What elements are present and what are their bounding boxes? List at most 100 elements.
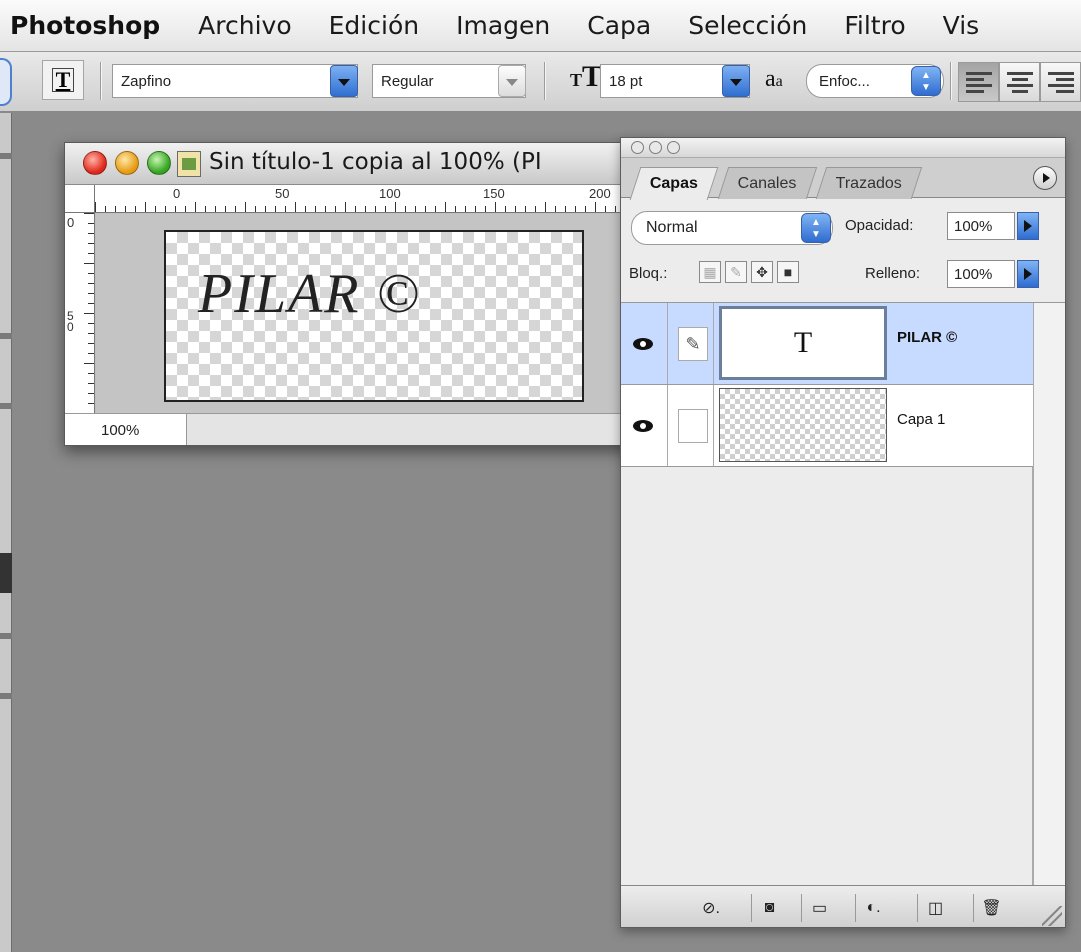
palette-menu-icon[interactable]	[1033, 166, 1057, 190]
ruler-tick	[405, 206, 406, 212]
ruler-tick	[415, 206, 416, 212]
font-size-value: 18 pt	[609, 72, 643, 90]
font-size-select[interactable]: 18 pt	[600, 64, 750, 98]
document-canvas[interactable]: PILAR ©	[164, 230, 584, 402]
menu-archivo[interactable]: Archivo	[198, 11, 291, 40]
minimize-window-button[interactable]	[115, 151, 139, 175]
align-left-icon[interactable]	[958, 62, 999, 102]
palette-minimize-button[interactable]	[649, 141, 662, 154]
font-family-select[interactable]: Zapfino	[112, 64, 358, 98]
canvas-area[interactable]: PILAR ©	[96, 214, 663, 413]
tab-canales[interactable]: Canales	[717, 167, 817, 199]
palette-edge-notch	[0, 333, 12, 339]
opacity-slider-button[interactable]	[1017, 212, 1039, 240]
layer-style-icon[interactable]: ⊘.	[693, 894, 729, 922]
ruler-tick	[95, 202, 96, 212]
chevron-down-icon[interactable]	[722, 65, 750, 97]
document-status-bar: 100%	[65, 413, 663, 445]
tools-palette-edge[interactable]	[0, 113, 12, 952]
eye-icon[interactable]	[629, 413, 657, 439]
ruler-tick	[88, 383, 94, 384]
zoom-window-button[interactable]	[147, 151, 171, 175]
options-bar-grip[interactable]	[0, 58, 12, 106]
fill-slider-button[interactable]	[1017, 260, 1039, 288]
align-right-icon[interactable]	[1040, 62, 1081, 102]
document-title-bar[interactable]: Sin título-1 copia al 100% (PI	[65, 143, 663, 185]
layer-row[interactable]: ✎ T PILAR ©	[621, 303, 1033, 385]
layer-name[interactable]: PILAR ©	[897, 329, 957, 346]
vertical-ruler[interactable]: 0 5 0	[65, 213, 95, 413]
align-center-icon[interactable]	[999, 62, 1040, 102]
layer-row[interactable]: Capa 1	[621, 385, 1033, 467]
text-layer-thumbnail[interactable]: T	[719, 306, 887, 380]
menu-bar: Photoshop Archivo Edición Imagen Capa Se…	[0, 0, 1081, 52]
palette-title-bar[interactable]	[621, 138, 1065, 158]
new-group-icon[interactable]: ▭	[801, 894, 837, 922]
antialias-select[interactable]: Enfoc... ▲ ▼	[806, 64, 944, 98]
ruler-tick	[535, 206, 536, 212]
tab-capas[interactable]: Capas	[629, 167, 719, 200]
menu-edicion[interactable]: Edición	[329, 11, 419, 40]
ruler-label: 50	[275, 186, 290, 201]
palette-zoom-button[interactable]	[667, 141, 680, 154]
font-style-select[interactable]: Regular	[372, 64, 526, 98]
trash-icon[interactable]: 🗑	[973, 894, 1009, 922]
lock-image-icon[interactable]: ✎	[725, 261, 747, 283]
ruler-tick	[595, 202, 596, 212]
new-layer-icon[interactable]: ◫	[917, 894, 953, 922]
ruler-tick	[265, 206, 266, 212]
menu-imagen[interactable]: Imagen	[456, 11, 550, 40]
ruler-tick	[88, 223, 94, 224]
ruler-tick	[385, 206, 386, 212]
fill-input[interactable]: 100%	[947, 260, 1015, 288]
ruler-tick	[88, 253, 94, 254]
adjustment-layer-icon[interactable]: ◐.	[855, 894, 891, 922]
lock-all-icon[interactable]: ■	[777, 261, 799, 283]
layer-list: ✎ T PILAR © Capa 1	[621, 303, 1033, 885]
document-proxy-icon[interactable]	[177, 151, 201, 177]
menu-vista[interactable]: Vis	[943, 11, 980, 40]
palette-tabs: Trazados Canales Capas	[621, 158, 1065, 200]
horizontal-ruler[interactable]: 0 50 100 150 200	[95, 185, 663, 213]
palette-edge-notch	[0, 553, 12, 593]
canvas-text-layer[interactable]: PILAR ©	[198, 262, 421, 326]
ruler-origin[interactable]	[65, 185, 95, 213]
chevron-down-icon[interactable]	[330, 65, 358, 97]
palette-close-button[interactable]	[631, 141, 644, 154]
palette-bottom-bar: ⊘. ◙ ▭ ◐. ◫ 🗑	[621, 885, 1065, 927]
tab-label: Capas	[649, 175, 698, 192]
ruler-tick	[325, 206, 326, 212]
link-slot[interactable]	[678, 409, 708, 443]
layer-mask-icon[interactable]: ◙	[751, 894, 787, 922]
eye-icon[interactable]	[629, 331, 657, 357]
menu-capa[interactable]: Capa	[587, 11, 651, 40]
opacity-input[interactable]: 100%	[947, 212, 1015, 240]
options-separator	[950, 62, 952, 100]
layer-name[interactable]: Capa 1	[897, 411, 945, 428]
lock-transparency-icon[interactable]: ▦	[699, 261, 721, 283]
menu-seleccion[interactable]: Selección	[688, 11, 807, 40]
blend-mode-select[interactable]: Normal ▲ ▼	[631, 211, 833, 245]
ruler-tick	[305, 206, 306, 212]
tab-trazados[interactable]: Trazados	[815, 167, 923, 199]
ruler-tick	[185, 206, 186, 212]
palette-edge-notch	[0, 693, 12, 699]
ruler-tick	[565, 206, 566, 212]
antialias-value: Enfoc...	[819, 72, 870, 90]
text-tool-icon[interactable]: T	[42, 60, 84, 100]
menu-filtro[interactable]: Filtro	[844, 11, 905, 40]
stepper-icon[interactable]: ▲ ▼	[801, 213, 831, 243]
layer-list-scrollbar[interactable]	[1033, 303, 1065, 885]
close-window-button[interactable]	[83, 151, 107, 175]
layer-thumbnail[interactable]	[719, 388, 887, 462]
brush-icon[interactable]: ✎	[678, 327, 708, 361]
chevron-down-icon[interactable]	[498, 65, 526, 97]
lock-position-icon[interactable]: ✥	[751, 261, 773, 283]
zoom-level-field[interactable]: 100%	[65, 414, 187, 445]
menu-app-name[interactable]: Photoshop	[0, 11, 160, 40]
ruler-tick	[425, 206, 426, 212]
resize-grip-icon[interactable]	[1042, 906, 1062, 926]
ruler-tick	[245, 202, 246, 212]
ruler-tick	[105, 206, 106, 212]
stepper-icon[interactable]: ▲ ▼	[911, 66, 941, 96]
